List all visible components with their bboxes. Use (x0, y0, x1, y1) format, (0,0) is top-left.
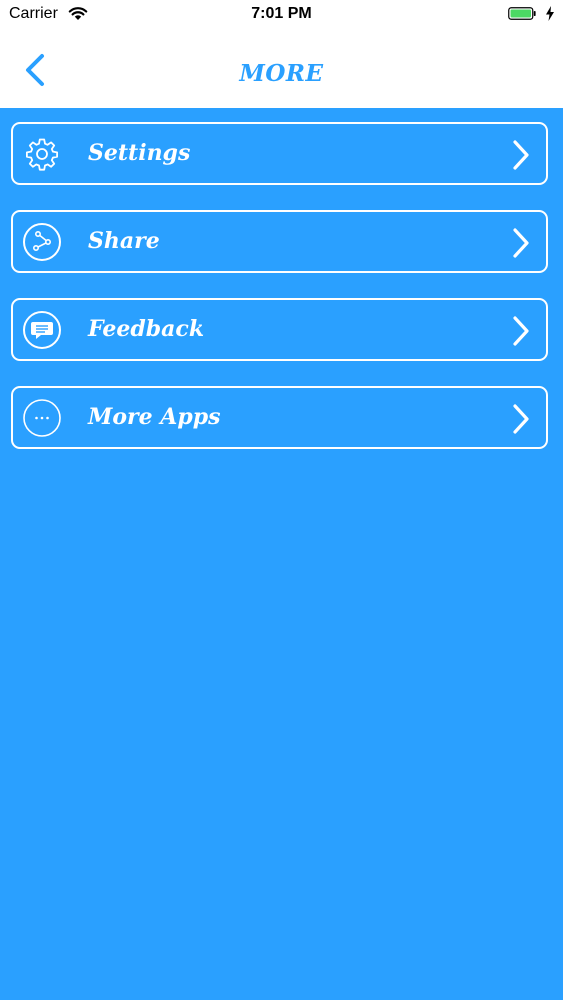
chat-bubble-icon (23, 311, 61, 349)
ellipsis-icon (23, 399, 61, 437)
feedback-item[interactable]: Feedback (11, 298, 548, 361)
chevron-right-icon (513, 404, 529, 434)
status-bar: Carrier 7:01 PM (0, 0, 563, 30)
share-item[interactable]: Share (11, 210, 548, 273)
gear-icon (26, 138, 58, 171)
charging-bolt-icon (546, 6, 554, 21)
status-time: 7:01 PM (251, 5, 312, 22)
share-icon (23, 223, 61, 261)
feedback-label: Feedback (88, 316, 205, 342)
battery-icon (508, 7, 536, 20)
chevron-right-icon (513, 140, 529, 170)
navigation-bar: MORE (0, 30, 563, 108)
chevron-right-icon (513, 228, 529, 258)
more-menu: Settings Share Feedback More Apps (0, 108, 563, 1000)
settings-label: Settings (88, 140, 191, 166)
more-apps-item[interactable]: More Apps (11, 386, 548, 449)
page-title: MORE (239, 60, 324, 87)
chevron-right-icon (513, 316, 529, 346)
more-apps-label: More Apps (88, 404, 221, 430)
share-label: Share (88, 228, 160, 254)
settings-item[interactable]: Settings (11, 122, 548, 185)
